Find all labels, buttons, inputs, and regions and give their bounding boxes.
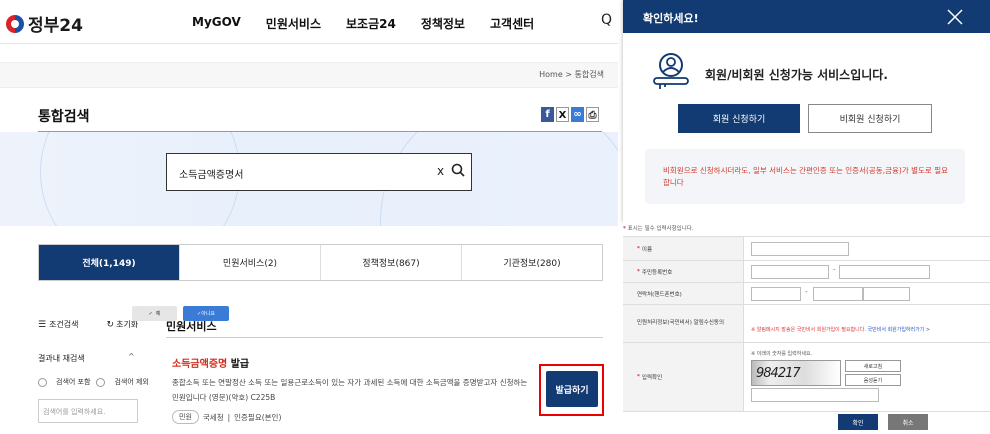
- confirm-button[interactable]: 확인: [838, 414, 878, 430]
- name-row: * 이름: [623, 236, 990, 260]
- agree-no-toggle[interactable]: ✓ 아니요: [183, 306, 229, 321]
- exclude-label: 검색어 제외: [114, 378, 149, 386]
- result-tabs: 전체(1,149) 민원서비스(2) 정책정보(867) 기관정보(280): [38, 244, 603, 281]
- required-note: * 표시는 필수 입력사항입니다.: [623, 226, 694, 232]
- sliders-icon: ☰: [38, 319, 47, 330]
- close-icon[interactable]: [946, 8, 964, 26]
- share-bar: f X ∞ ⎙: [541, 107, 599, 122]
- breadcrumb[interactable]: Home > 통합검색: [539, 69, 604, 80]
- required-note-text: 표시는 필수 입력사항입니다.: [627, 226, 694, 232]
- link-icon[interactable]: ∞: [571, 107, 584, 122]
- result-meta: 민원 국세청 | 인증필요(본인): [172, 410, 281, 424]
- modal-notice-box: 비회원으로 신청하시더라도, 일부 서비스는 간편인증 또는 인증서(공동,금융…: [645, 149, 965, 204]
- tab-policy-info[interactable]: 정책정보(867): [321, 245, 462, 280]
- result-title[interactable]: 소득금액증명 발급: [172, 355, 249, 370]
- phone-field-3[interactable]: [863, 287, 910, 301]
- breadcrumb-bar: [0, 62, 618, 88]
- dash: -: [805, 288, 808, 296]
- phone-label: 연락처(핸드폰번호): [623, 283, 744, 304]
- result-agency: 국세청: [202, 412, 224, 422]
- search-box[interactable]: 소득금액증명서 x: [166, 153, 472, 191]
- search-icon[interactable]: Q: [601, 12, 612, 28]
- top-navbar: 정부24 MyGOV 민원서비스 보조금24 정책정보 고객센터 Q: [0, 0, 618, 44]
- tab-all[interactable]: 전체(1,149): [39, 245, 180, 280]
- search-page: 정부24 MyGOV 민원서비스 보조금24 정책정보 고객센터 Q Home …: [0, 0, 618, 434]
- tab-civil-services[interactable]: 민원서비스(2): [180, 245, 321, 280]
- modal-title: 확인하세요!: [643, 12, 699, 25]
- result-title-highlight: 소득금액: [172, 359, 209, 370]
- chevron-up-icon[interactable]: ^: [128, 352, 135, 361]
- result-title-rest: 발급: [227, 359, 250, 370]
- captcha-label: * 입력확인: [623, 343, 744, 411]
- exclude-radio[interactable]: [96, 377, 106, 387]
- user-key-icon: [653, 53, 689, 89]
- captcha-input[interactable]: [751, 388, 879, 402]
- menu-civil-services[interactable]: 민원서비스: [266, 15, 321, 32]
- logo[interactable]: 정부24: [6, 11, 83, 36]
- menu-mygov[interactable]: MyGOV: [192, 15, 241, 32]
- condition-search-label: 조건검색: [49, 320, 79, 329]
- phone-field-1[interactable]: [751, 287, 801, 301]
- rrn-back-field[interactable]: [839, 265, 930, 279]
- captcha-audio-button[interactable]: 음성듣기: [845, 374, 901, 386]
- dash: -: [833, 266, 836, 274]
- name-label: * 이름: [623, 237, 744, 260]
- include-radio[interactable]: [38, 377, 47, 387]
- taegeuk-logo-icon: [6, 14, 24, 33]
- result-title-highlight: 증명: [208, 359, 228, 370]
- within-results-label: 결과내 재검색: [38, 354, 85, 363]
- logo-text: 정부24: [28, 16, 83, 36]
- agree-warning-text: ※ 알림메시지 발송은 국민비서 회원가입이 필요합니다.: [751, 327, 866, 333]
- search-mode-radios: 검색어 포함 검색어 제외: [38, 377, 149, 387]
- facebook-icon[interactable]: f: [541, 107, 554, 122]
- section-divider: [166, 337, 603, 338]
- captcha-refresh-button[interactable]: 새로고침: [845, 360, 901, 372]
- messenger-signup-link[interactable]: 국민비서 회원가입하러가기 >: [868, 327, 931, 333]
- result-description: 종합소득 또는 연말정산 소득 또는 일용근로소득이 있는 자가 과세된 소득에…: [172, 378, 528, 402]
- result-auth: 인증필요(본인): [234, 412, 282, 422]
- confirm-modal: 확인하세요! 회원/비회원 신청가능 서비스입니다. 회원 신청하기 비회원 신…: [623, 0, 990, 222]
- agree-yes-label: 예: [155, 311, 161, 317]
- issue-button[interactable]: 발급하기: [546, 371, 598, 407]
- member-apply-button[interactable]: 회원 신청하기: [678, 104, 800, 133]
- menu-customer-center[interactable]: 고객센터: [490, 15, 534, 32]
- page-title: 통합검색: [38, 109, 90, 125]
- check-icon: ✓: [148, 310, 153, 317]
- main-menu: MyGOV 민원서비스 보조금24 정책정보 고객센터: [192, 15, 559, 32]
- menu-policy-info[interactable]: 정책정보: [421, 15, 465, 32]
- menu-subsidy24[interactable]: 보조금24: [346, 15, 396, 32]
- agree-no-label: 아니요: [201, 311, 215, 317]
- nonmember-apply-button[interactable]: 비회원 신청하기: [808, 104, 932, 133]
- agree-row: 민원처리정보(국민비서) 알림수신동의: [623, 304, 990, 342]
- cancel-button[interactable]: 취소: [888, 414, 928, 430]
- result-badge: 민원: [172, 410, 199, 424]
- refine-search-input[interactable]: 검색어를 입력하세요.: [38, 399, 138, 423]
- phone-field-2[interactable]: [813, 287, 863, 301]
- tab-agency-info[interactable]: 기관정보(280): [462, 245, 602, 280]
- modal-header: 확인하세요!: [623, 0, 990, 33]
- captcha-note: ※ 이래의 숫자를 입력하세요.: [751, 351, 813, 357]
- agree-label: 민원처리정보(국민비서) 알림수신동의: [623, 305, 744, 342]
- separator: |: [227, 412, 231, 422]
- reset-icon[interactable]: ↻: [107, 320, 115, 330]
- print-icon[interactable]: ⎙: [586, 107, 599, 122]
- filter-panel: ☰ 조건검색 ↻ 초기화: [38, 319, 140, 330]
- rrn-label: * 주민등록번호: [623, 261, 744, 282]
- rrn-front-field[interactable]: [751, 265, 829, 279]
- name-field[interactable]: [751, 242, 849, 256]
- modal-notice: 비회원으로 신청하시더라도, 일부 서비스는 간편인증 또는 인증서(공동,금융…: [663, 166, 948, 187]
- modal-message: 회원/비회원 신청가능 서비스입니다.: [705, 68, 888, 82]
- captcha-image: 984217: [751, 360, 841, 386]
- rrn-row: * 주민등록번호 -: [623, 260, 990, 282]
- agree-warning: ※ 알림메시지 발송은 국민비서 회원가입이 필요합니다. 국민비서 회원가입하…: [751, 326, 930, 333]
- phone-row: 연락처(핸드폰번호) - -: [623, 282, 990, 304]
- search-icon[interactable]: [451, 163, 465, 177]
- clear-icon[interactable]: x: [437, 164, 444, 178]
- agree-yes-toggle[interactable]: ✓ 예: [132, 306, 177, 321]
- x-icon[interactable]: X: [556, 107, 569, 122]
- search-input[interactable]: 소득금액증명서: [179, 166, 243, 181]
- include-label: 검색어 포함: [56, 378, 91, 386]
